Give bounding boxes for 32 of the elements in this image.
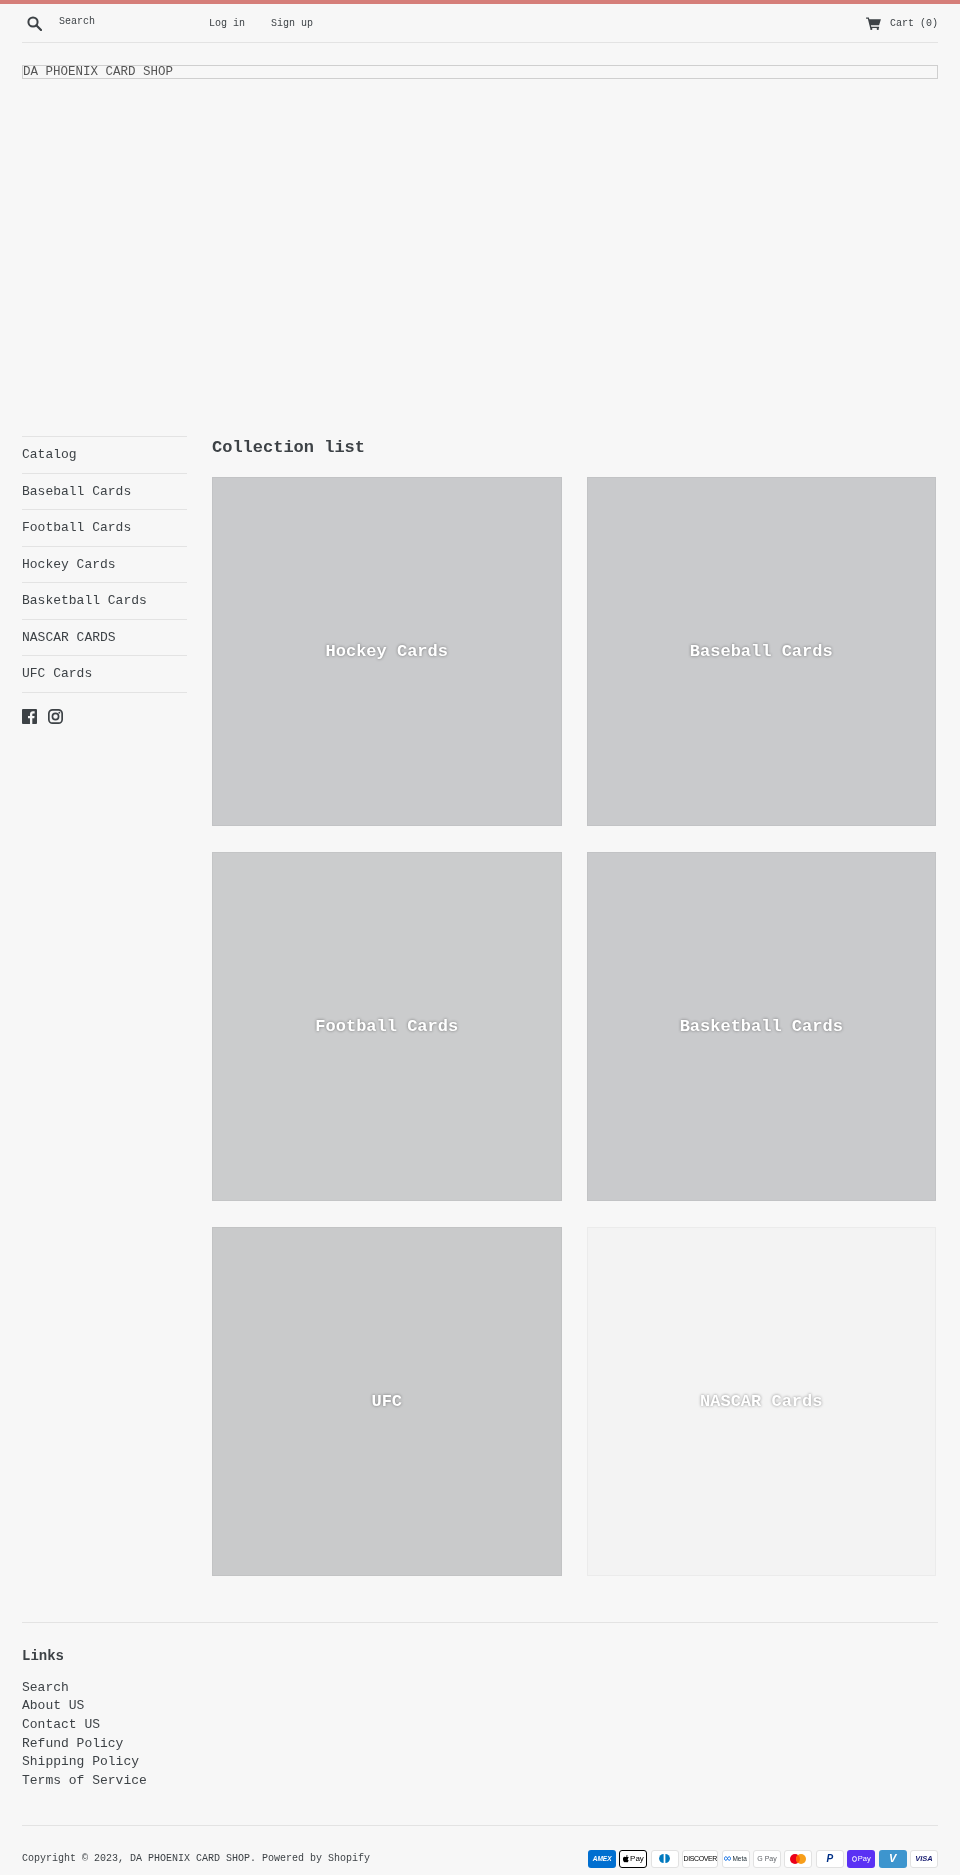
section-heading: Collection list [212,437,366,459]
sidebar-nav-link[interactable]: NASCAR CARDS [22,619,187,656]
infinity-icon [724,1856,732,1862]
footer-link[interactable]: Refund Policy [22,1734,124,1754]
cart-link[interactable]: Cart (0) [866,15,938,31]
ring-icon [851,1855,857,1862]
cart-icon [866,16,881,30]
header-link[interactable]: Log in [209,15,245,31]
sidebar-nav-link[interactable]: Catalog [22,437,187,474]
payment-logo-text: Pay [630,1854,644,1863]
payment-logo: V [878,1849,907,1868]
sidebar-nav-link[interactable]: Hockey Cards [22,546,187,583]
overlapping-circles-icon [784,1849,813,1868]
shop-name-logo[interactable]: DA PHOENIX CARD SHOP [22,65,938,79]
footer-link[interactable]: Search [22,1678,69,1698]
sidebar-nav-link[interactable]: Baseball Cards [22,473,187,510]
sidebar-nav-link[interactable]: Basketball Cards [22,583,187,620]
copyright-text: Copyright © 2023, DA PHOENIX CARD SHOP. Powered by Shopify [22,1852,371,1867]
payment-logo: P [815,1849,844,1868]
footer-heading: Links [22,1647,64,1666]
footer-link[interactable]: Terms of Service [22,1772,147,1791]
sidebar-nav-link[interactable]: UFC Cards [22,656,187,693]
footer-link[interactable]: Contact US [22,1716,100,1735]
sidebar-nav-link[interactable]: Football Cards [22,510,187,547]
footer-link[interactable]: Shipping Policy [22,1753,140,1773]
search-field[interactable]: Search [59,12,189,30]
apple-icon [623,1855,630,1863]
header-link[interactable]: Sign up [271,15,314,31]
footer-link[interactable]: About US [22,1697,85,1716]
instagram-icon[interactable] [48,708,63,724]
facebook-icon[interactable] [22,708,37,724]
search-icon[interactable] [27,15,42,31]
